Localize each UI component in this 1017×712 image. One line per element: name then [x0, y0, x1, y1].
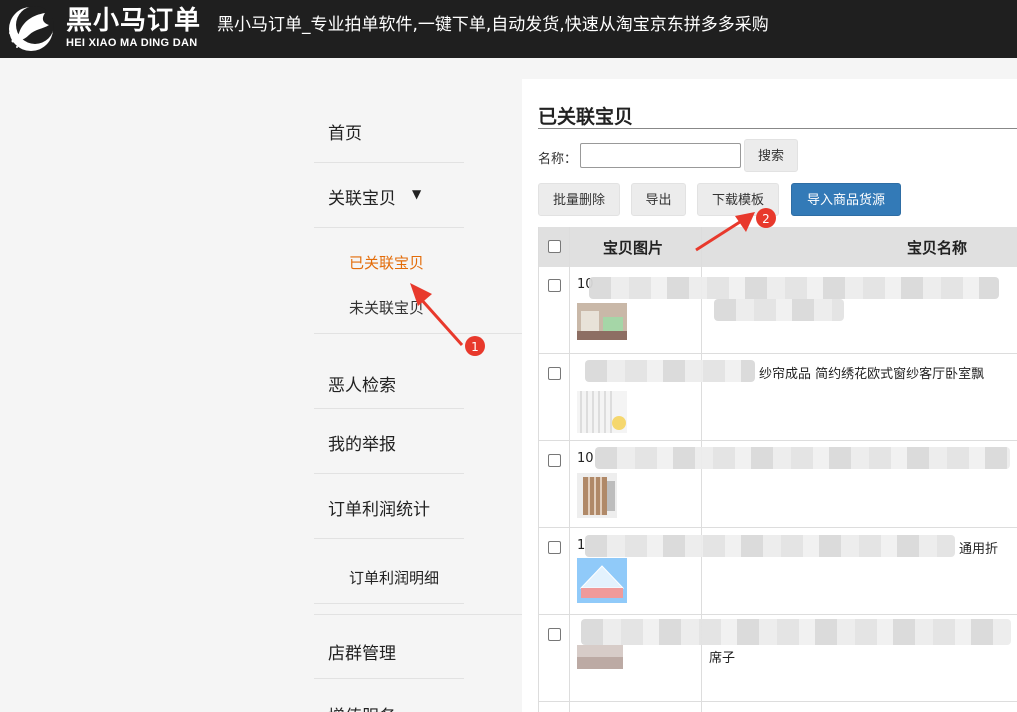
sidebar-subitem-unlinked[interactable]: 未关联宝贝: [349, 297, 424, 318]
item-id: 10: [577, 451, 594, 466]
marker-1-label: 1: [471, 340, 479, 354]
sidebar-item-order-profit-detail[interactable]: 订单利润明细: [314, 539, 464, 604]
sidebar-item-my-reports[interactable]: 我的举报: [314, 409, 464, 474]
item-name-line2: 席子: [709, 651, 736, 666]
horse-logo-icon[interactable]: [5, 3, 57, 53]
redacted-text: [589, 277, 999, 299]
top-header: 黑小马订单 HEI XIAO MA DING DAN 黑小马订单_专业拍单软件,…: [0, 0, 1017, 58]
sidebar-item-label: 订单利润统计: [328, 500, 430, 520]
divider: [314, 333, 522, 334]
main-panel: 已关联宝贝 名称： 搜索 批量删除 导出 下载模板 导入商品货源 宝贝图片 宝贝…: [522, 79, 1017, 712]
import-source-button[interactable]: 导入商品货源: [791, 183, 901, 216]
product-thumbnail[interactable]: [577, 391, 627, 433]
caret-down-icon: ▼: [412, 187, 422, 201]
sidebar-item-label: 订单利润明细: [349, 569, 440, 587]
product-thumbnail[interactable]: [577, 303, 627, 340]
sidebar-item-label: 增值服务: [328, 702, 396, 712]
sidebar-item-label: 恶人检索: [328, 376, 396, 396]
item-name-suffix: 通用折: [959, 542, 999, 557]
sidebar-item-label: 关联宝贝: [328, 189, 396, 209]
row-checkbox[interactable]: [548, 541, 561, 554]
table-row[interactable]: 1 通用折: [539, 528, 1017, 615]
redacted-text: [581, 619, 1011, 645]
annotation-marker-1: 1: [465, 336, 485, 356]
product-thumbnail[interactable]: [577, 473, 617, 518]
select-all-checkbox[interactable]: [548, 240, 561, 253]
download-template-button[interactable]: 下载模板: [697, 183, 779, 216]
product-thumbnail[interactable]: [577, 558, 627, 603]
sidebar-item-label: 店群管理: [328, 644, 396, 664]
search-button[interactable]: 搜索: [744, 139, 798, 172]
row-checkbox[interactable]: [548, 454, 561, 467]
sidebar-subitem-linked[interactable]: 已关联宝贝: [349, 252, 424, 273]
redacted-text: [585, 535, 955, 557]
table-row[interactable]: 席子: [539, 615, 1017, 702]
site-title: 黑小马订单_专业拍单软件,一键下单,自动发货,快速从淘宝京东拼多多采购: [217, 15, 769, 35]
sidebar-item-label: 首页: [328, 124, 362, 144]
sidebar-item-more[interactable]: 增值服务: [314, 679, 464, 712]
table-row[interactable]: 纱帘成品 简约绣花欧式窗纱客厅卧室飘: [539, 354, 1017, 441]
row-checkbox[interactable]: [548, 279, 561, 292]
sidebar-item-malicious-search[interactable]: 恶人检索: [314, 344, 464, 409]
page-title: 已关联宝贝: [538, 106, 634, 128]
logo-text[interactable]: 黑小马订单: [66, 6, 201, 36]
redacted-text: [595, 447, 1010, 469]
title-divider: [538, 128, 1017, 129]
search-label: 名称：: [538, 152, 578, 167]
export-button[interactable]: 导出: [631, 183, 686, 216]
table-header: 宝贝图片 宝贝名称: [539, 227, 1017, 267]
redacted-text: [585, 360, 755, 382]
sidebar-item-shop-group[interactable]: 店群管理: [314, 614, 464, 679]
column-header-name: 宝贝名称: [907, 239, 968, 257]
goods-table: 宝贝图片 宝贝名称 10 纱帘成品 简约绣花欧式窗纱客厅卧室飘 10 1 通用折…: [538, 227, 1017, 712]
row-checkbox[interactable]: [548, 367, 561, 380]
sidebar-item-order-profit[interactable]: 订单利润统计: [314, 474, 464, 539]
row-checkbox[interactable]: [548, 628, 561, 641]
table-row[interactable]: 10: [539, 441, 1017, 528]
batch-delete-button[interactable]: 批量删除: [538, 183, 620, 216]
column-header-image: 宝贝图片: [603, 239, 664, 257]
sidebar-item-home[interactable]: 首页: [314, 98, 464, 163]
sidebar-item-linked-goods[interactable]: 关联宝贝 ▼: [314, 163, 464, 228]
product-thumbnail[interactable]: [577, 645, 623, 669]
table-row[interactable]: 10: [539, 267, 1017, 354]
sidebar-item-label: 我的举报: [328, 435, 396, 455]
logo-subtext: HEI XIAO MA DING DAN: [66, 37, 198, 49]
search-input[interactable]: [580, 143, 741, 168]
item-name: 纱帘成品 简约绣花欧式窗纱客厅卧室飘: [759, 367, 985, 382]
redacted-text: [714, 299, 844, 321]
